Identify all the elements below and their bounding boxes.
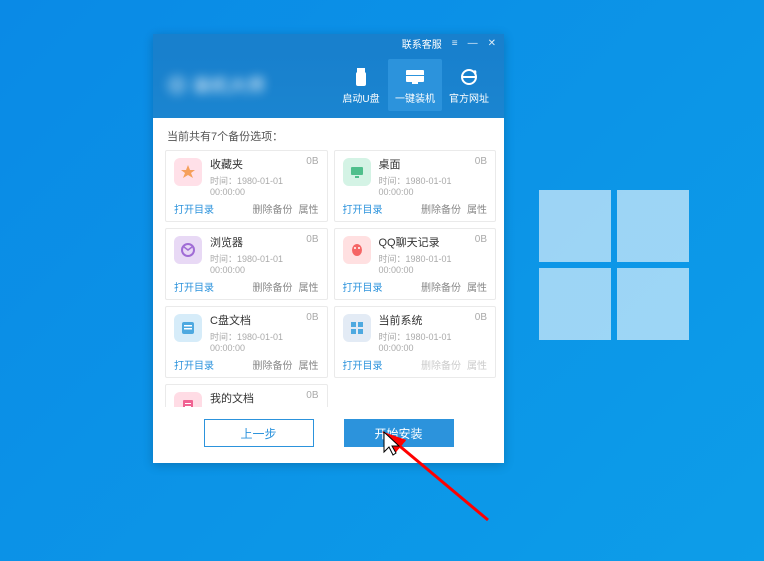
- backup-time: 时间：1980-01-01 00:00:00: [379, 330, 488, 353]
- footer-actions: 上一步 开始安装: [153, 407, 504, 463]
- start-install-button[interactable]: 开始安装: [344, 419, 454, 447]
- open-dir-link[interactable]: 打开目录: [174, 357, 214, 372]
- backup-time: 时间：1980-01-01 00:00:00: [379, 174, 488, 197]
- backup-time: 时间：1980-01-01 00:00:00: [210, 174, 319, 197]
- prev-button[interactable]: 上一步: [204, 419, 314, 447]
- properties-link[interactable]: 属性: [467, 201, 487, 216]
- contact-support-link[interactable]: 联系客服: [402, 36, 442, 51]
- nav-tabs: 启动U盘 一键装机 官方网址: [334, 59, 496, 111]
- backup-time: 时间：1980-01-01 00:00:00: [379, 252, 488, 275]
- content-area: 当前共有7个备份选项： 收藏夹 0B 时间：1980-01-01 00:00:0…: [153, 118, 504, 407]
- backup-size: 0B: [475, 234, 487, 250]
- minimize-icon[interactable]: —: [468, 38, 478, 49]
- open-dir-link[interactable]: 打开目录: [343, 279, 383, 294]
- app-logo: 装机大师: [161, 72, 334, 98]
- backup-card: 我的文档 0B 时间：1980-01-01 00:00:00 打开目录 删除备份…: [165, 384, 328, 407]
- qq-icon: [343, 236, 371, 264]
- close-icon[interactable]: ✕: [488, 38, 496, 49]
- delete-backup-link[interactable]: 删除备份: [253, 279, 293, 294]
- star-icon: [174, 158, 202, 186]
- backup-count-label: 当前共有7个备份选项：: [165, 128, 496, 144]
- installer-dialog: 联系客服 ≡ — ✕ 装机大师 启动U盘 一键装机: [153, 34, 504, 463]
- properties-link[interactable]: 属性: [299, 201, 319, 216]
- backup-time: 时间：1980-01-01 00:00:00: [210, 330, 319, 353]
- backup-title: C盘文档: [210, 312, 251, 328]
- cdisk-icon: [174, 314, 202, 342]
- desktop-icon: [343, 158, 371, 186]
- nav-official-site[interactable]: 官方网址: [442, 59, 496, 111]
- windows-logo: [539, 190, 689, 340]
- delete-backup-link[interactable]: 删除备份: [421, 279, 461, 294]
- delete-backup-link[interactable]: 删除备份: [421, 201, 461, 216]
- system-icon: [343, 314, 371, 342]
- open-dir-link[interactable]: 打开目录: [343, 201, 383, 216]
- backup-card: 桌面 0B 时间：1980-01-01 00:00:00 打开目录 删除备份 属…: [334, 150, 497, 222]
- window-titlebar: 联系客服 ≡ — ✕: [153, 34, 504, 52]
- browser-icon: [174, 236, 202, 264]
- backup-time: 时间：1980-01-01 00:00:00: [210, 252, 319, 275]
- delete-backup-link[interactable]: 删除备份: [253, 357, 293, 372]
- delete-backup-link[interactable]: 删除备份: [253, 201, 293, 216]
- open-dir-link[interactable]: 打开目录: [174, 279, 214, 294]
- install-icon: [404, 66, 426, 88]
- menu-icon[interactable]: ≡: [452, 38, 458, 49]
- properties-link[interactable]: 属性: [299, 357, 319, 372]
- nav-usb-boot[interactable]: 启动U盘: [334, 59, 388, 111]
- properties-link[interactable]: 属性: [299, 279, 319, 294]
- properties-link[interactable]: 属性: [467, 357, 487, 372]
- backup-title: QQ聊天记录: [379, 234, 440, 250]
- backup-size: 0B: [306, 156, 318, 172]
- backup-title: 我的文档: [210, 390, 254, 406]
- app-header: 装机大师 启动U盘 一键装机 官方网址: [153, 52, 504, 118]
- backup-size: 0B: [475, 156, 487, 172]
- backup-card: 浏览器 0B 时间：1980-01-01 00:00:00 打开目录 删除备份 …: [165, 228, 328, 300]
- backup-title: 当前系统: [379, 312, 423, 328]
- backup-title: 浏览器: [210, 234, 243, 250]
- usb-icon: [350, 66, 372, 88]
- backup-size: 0B: [475, 312, 487, 328]
- backup-card: 当前系统 0B 时间：1980-01-01 00:00:00 打开目录 删除备份…: [334, 306, 497, 378]
- ie-icon: [458, 66, 480, 88]
- backup-title: 收藏夹: [210, 156, 243, 172]
- backup-size: 0B: [306, 234, 318, 250]
- doc-icon: [174, 392, 202, 407]
- backup-card: C盘文档 0B 时间：1980-01-01 00:00:00 打开目录 删除备份…: [165, 306, 328, 378]
- backup-card: 收藏夹 0B 时间：1980-01-01 00:00:00 打开目录 删除备份 …: [165, 150, 328, 222]
- backup-title: 桌面: [379, 156, 401, 172]
- properties-link[interactable]: 属性: [467, 279, 487, 294]
- backup-card: QQ聊天记录 0B 时间：1980-01-01 00:00:00 打开目录 删除…: [334, 228, 497, 300]
- backup-size: 0B: [306, 390, 318, 406]
- open-dir-link[interactable]: 打开目录: [343, 357, 383, 372]
- nav-one-click-install[interactable]: 一键装机: [388, 59, 442, 111]
- backup-size: 0B: [306, 312, 318, 328]
- delete-backup-link: 删除备份: [421, 357, 461, 372]
- backup-items-grid: 收藏夹 0B 时间：1980-01-01 00:00:00 打开目录 删除备份 …: [165, 150, 496, 407]
- open-dir-link[interactable]: 打开目录: [174, 201, 214, 216]
